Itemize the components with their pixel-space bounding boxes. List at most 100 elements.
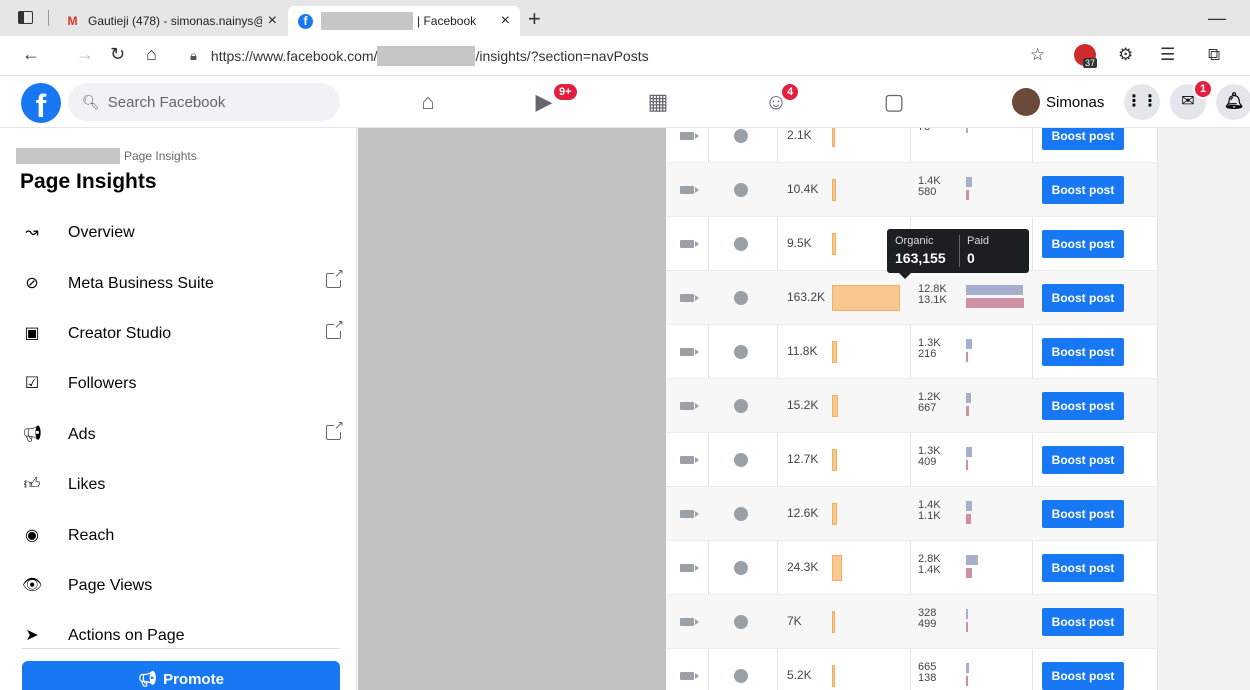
marketplace-nav-icon[interactable]: ▦ [644,88,672,116]
sidebar-item-label: Ads [68,425,96,443]
reach-bar [832,285,900,311]
external-link-icon [326,417,344,440]
page-title: Page Insights [20,170,157,193]
engagement-bar [966,663,969,673]
promote-button[interactable]: 📢︎ Promote [22,661,340,690]
extensions-icon[interactable]: ⚙ [1118,45,1133,65]
reach-value: 2.1K [787,128,812,142]
address-bar[interactable]: 🔒︎ https://www.facebook.com/ /insights/?… [190,43,1030,69]
engagement-values: 1.3K 216 [918,338,941,360]
video-icon [680,456,699,464]
sidebar-divider [22,648,340,649]
search-input[interactable]: 🔍︎ Search Facebook [68,83,340,121]
table-row: 12.7K 1.3K 409 Boost post [666,433,1157,487]
sidebar-item-overview[interactable]: ↝ Overview [0,208,357,258]
browser-tab-bar: M Gautieji (478) - simonas.nainys@ × f |… [0,0,1250,36]
facebook-logo-icon[interactable]: f [21,83,61,123]
boost-post-button[interactable]: Boost post [1042,128,1124,150]
collections-icon[interactable]: ⧉ [1208,45,1220,65]
close-tab-icon[interactable]: × [268,12,277,30]
reach-bar [832,233,836,255]
user-name: Simonas [1046,93,1105,111]
tooltip-value: 163,155 [895,250,946,266]
new-tab-button[interactable]: + [528,6,541,32]
boost-post-button[interactable]: Boost post [1042,230,1124,258]
menu-grid-icon[interactable]: ⋮⋮ [1124,84,1160,120]
table-row: 163.2K 12.8K 13.1K Boost post [666,271,1157,325]
profile-button[interactable]: Simonas [1012,85,1104,119]
right-gutter [1158,128,1250,690]
boost-post-button[interactable]: Boost post [1042,554,1124,582]
video-icon [680,618,699,626]
sidebar-item-reach[interactable]: ◉ Reach [0,510,357,560]
close-tab-icon[interactable]: × [501,12,510,30]
engagement-value-2: 13.1K [918,294,947,306]
reach-icon: ◉ [25,526,39,544]
reach-value: 9.5K [787,236,812,250]
boost-post-button[interactable]: Boost post [1042,338,1124,366]
engagement-value-2: 216 [918,348,937,360]
gaming-nav-icon[interactable]: ▢ [880,88,908,116]
engagement-value-2: 1.4K [918,564,941,576]
boost-post-button[interactable]: Boost post [1042,500,1124,528]
engagement-bar [966,177,972,187]
tab-gmail[interactable]: M Gautieji (478) - simonas.nainys@ × [55,6,287,36]
video-icon [680,510,699,518]
engagement-bar [966,298,1024,308]
back-icon[interactable]: ← [22,44,40,65]
sidebar-item-actions-on-page[interactable]: ➤ Actions on Page [0,611,357,661]
engagement-bar [966,406,969,416]
search-placeholder: Search Facebook [107,93,226,111]
extension-badge: 37 [1083,58,1098,68]
sidebar-item-likes[interactable]: 👍︎ Likes [0,460,357,510]
favorite-star-icon[interactable]: ☆ [1030,45,1045,65]
globe-icon [734,453,748,467]
sidebar-item-followers[interactable]: ☑ Followers [0,359,357,409]
tab-actions-icon[interactable] [18,11,33,24]
globe-icon [734,615,748,629]
globe-icon [734,129,748,143]
sidebar-item-creator-studio[interactable]: ▣ Creator Studio [0,309,357,359]
boost-post-button[interactable]: Boost post [1042,608,1124,636]
redacted-block [16,148,120,164]
tab-title: | Facebook [417,14,477,28]
followers-icon: ☑ [24,375,40,393]
sidebar-item-label: Actions on Page [68,627,185,645]
megaphone-icon: 📢︎ [138,671,158,688]
globe-icon [734,237,748,251]
sidebar-item-page-views[interactable]: 👁︎ Page Views [0,561,357,611]
boost-post-button[interactable]: Boost post [1042,284,1124,312]
engagement-values: 1.4K 580 [918,176,941,198]
favorites-icon[interactable]: ☰ [1160,45,1175,65]
overview-icon: ↝ [25,224,39,242]
forward-icon[interactable]: → [76,44,94,65]
search-icon: 🔍︎ [82,93,100,110]
engagement-bar [966,339,972,349]
boost-post-button[interactable]: Boost post [1042,662,1124,690]
sidebar-item-meta-business-suite[interactable]: ⊘ Meta Business Suite [0,258,357,308]
posts-table: 2.1K73Boost post10.4K1.4K580Boost post9.… [666,128,1158,690]
video-icon [680,186,699,194]
home-icon[interactable]: ⌂ [146,44,157,65]
reach-bar [832,503,837,525]
engagement-bar [966,622,968,632]
sidebar-item-label: Overview [68,224,135,242]
reach-bar [832,665,835,687]
breadcrumb: Page Insights [16,148,197,164]
refresh-icon[interactable]: ↻ [110,44,125,65]
tab-facebook[interactable]: f | Facebook × [288,6,520,36]
boost-post-button[interactable]: Boost post [1042,446,1124,474]
sidebar-item-ads[interactable]: 📢︎ Ads [0,410,357,460]
tooltip-paid: Paid 0 [967,235,989,266]
home-nav-icon[interactable]: ⌂ [414,88,442,116]
reach-bar [832,128,835,147]
sidebar-item-label: Followers [68,375,137,393]
insights-sidebar: Page Insights Page Insights ↝ Overview ⊘ M… [0,128,357,690]
minimize-button[interactable]: — [1208,8,1226,29]
boost-post-button[interactable]: Boost post [1042,176,1124,204]
avatar [1012,88,1040,116]
reach-bar [832,611,835,633]
boost-post-button[interactable]: Boost post [1042,392,1124,420]
engagement-values: 12.8K 13.1K [918,284,947,306]
notifications-icon[interactable]: 🔔︎ [1216,84,1250,120]
